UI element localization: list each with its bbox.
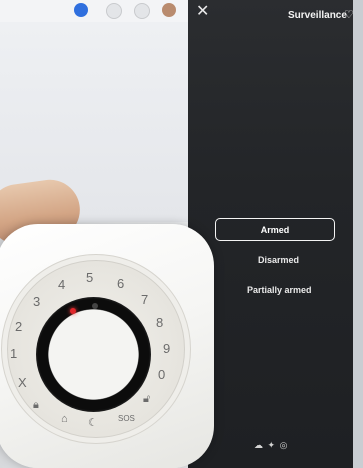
lock-icon[interactable]: 🔒︎ — [33, 399, 39, 412]
key-5[interactable]: 5 — [86, 270, 93, 285]
browser-toolbar — [0, 0, 195, 23]
armed-button[interactable]: Armed — [215, 218, 335, 241]
phone-screen: ✕ Surveillance ♡ Armed Disarmed Partiall… — [188, 0, 363, 468]
status-led-icon — [92, 303, 98, 309]
key-6[interactable]: 6 — [117, 276, 124, 291]
keypad-center-ring — [36, 297, 151, 412]
cloud-icon: ☁ — [254, 440, 264, 450]
status-led-icon — [70, 308, 76, 314]
key-7[interactable]: 7 — [141, 292, 148, 307]
profile-icon[interactable] — [162, 3, 176, 17]
key-0[interactable]: 0 — [158, 367, 165, 382]
bottom-icons: ☁ ✦ ◎ — [254, 440, 288, 451]
key-1[interactable]: 1 — [10, 346, 17, 361]
disarmed-option[interactable]: Disarmed — [258, 255, 299, 265]
close-icon[interactable]: ✕ — [196, 4, 209, 20]
key-sos[interactable]: SOS — [118, 414, 135, 423]
key-cancel[interactable]: X — [18, 375, 27, 390]
unlock-icon[interactable]: 🔓︎ — [143, 393, 150, 406]
moon-icon[interactable]: ☾ — [88, 416, 98, 429]
extension-icon[interactable] — [106, 3, 122, 19]
refresh-icon[interactable] — [134, 3, 150, 19]
gear-icon: ✦ — [267, 440, 277, 450]
key-3[interactable]: 3 — [33, 294, 40, 309]
key-4[interactable]: 4 — [58, 277, 65, 292]
key-9[interactable]: 9 — [163, 341, 170, 356]
partially-armed-option[interactable]: Partially armed — [247, 285, 312, 295]
photo-scene: ✕ Surveillance ♡ Armed Disarmed Partiall… — [0, 0, 363, 468]
phone-bezel — [353, 0, 363, 468]
shield-icon: ◎ — [279, 440, 289, 450]
page-title: Surveillance — [288, 10, 347, 21]
key-2[interactable]: 2 — [15, 319, 22, 334]
new-tab-icon[interactable] — [74, 3, 88, 17]
key-8[interactable]: 8 — [156, 315, 163, 330]
home-icon[interactable]: ⌂ — [61, 413, 68, 425]
